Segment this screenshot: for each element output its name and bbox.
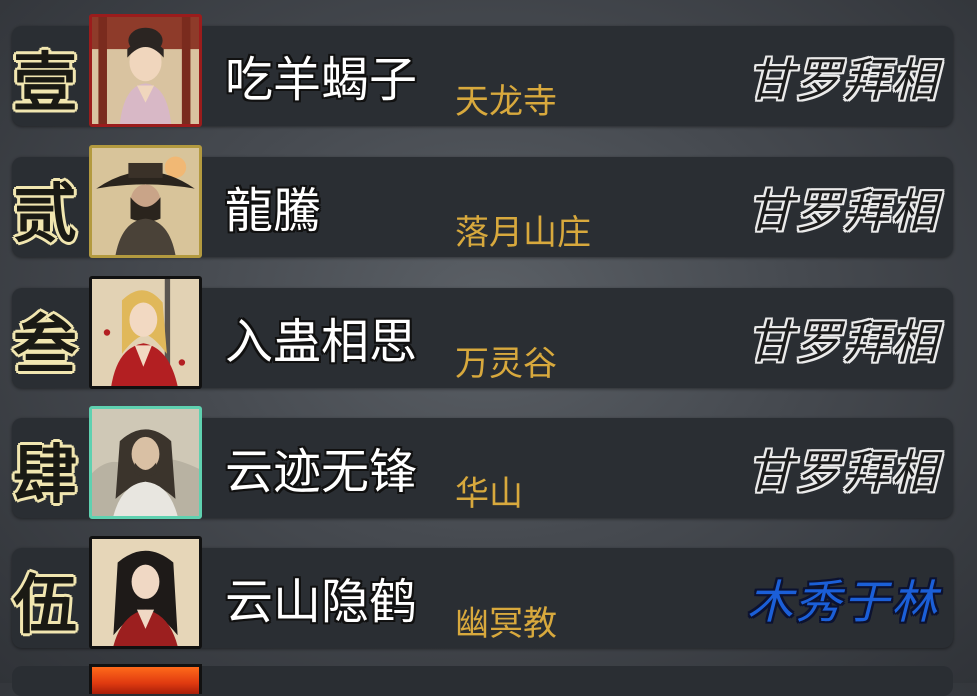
rank-numeral: 贰 bbox=[13, 177, 77, 252]
player-sect: 幽冥教 bbox=[455, 604, 557, 644]
leaderboard-row[interactable]: 伍 云山隐鹤 幽冥教 木秀于林 bbox=[0, 522, 977, 649]
portrait-man-long-hair-icon bbox=[92, 409, 199, 516]
player-sect: 天龙寺 bbox=[455, 82, 557, 122]
player-title: 甘罗拜相 bbox=[747, 184, 939, 238]
player-avatar[interactable] bbox=[89, 14, 202, 127]
player-name: 龍騰 bbox=[225, 183, 322, 239]
player-title: 甘罗拜相 bbox=[747, 315, 939, 369]
portrait-man-straw-hat-icon bbox=[92, 148, 199, 255]
player-title: 甘罗拜相 bbox=[747, 445, 939, 499]
portrait-man-black-hair-red-robe-icon bbox=[92, 539, 199, 646]
player-avatar[interactable] bbox=[89, 536, 202, 649]
leaderboard-row[interactable]: 肆 云迹无锋 华山 甘罗拜相 bbox=[0, 392, 977, 519]
portrait-woman-blonde-sword-icon bbox=[92, 279, 199, 386]
rank-numeral: 伍 bbox=[13, 568, 77, 643]
player-avatar[interactable] bbox=[89, 276, 202, 389]
player-title: 木秀于林 bbox=[747, 575, 939, 629]
leaderboard-row[interactable]: 壹 吃羊蝎子 天龙寺 甘罗拜相 bbox=[0, 0, 977, 127]
player-name: 云迹无锋 bbox=[225, 444, 418, 500]
player-sect: 落月山庄 bbox=[455, 213, 591, 253]
player-sect: 华山 bbox=[455, 474, 523, 514]
player-name: 吃羊蝎子 bbox=[225, 52, 418, 108]
leaderboard-row[interactable]: 叁 入蛊相思 万灵谷 甘罗拜相 bbox=[0, 262, 977, 389]
player-title: 甘罗拜相 bbox=[747, 53, 939, 107]
player-avatar-partial[interactable] bbox=[89, 664, 202, 694]
player-sect: 万灵谷 bbox=[455, 344, 557, 384]
player-avatar[interactable] bbox=[89, 145, 202, 258]
player-name: 云山隐鹤 bbox=[225, 574, 418, 630]
player-name: 入蛊相思 bbox=[225, 314, 418, 370]
leaderboard-list: 壹 吃羊蝎子 天龙寺 甘罗拜相 贰 龍騰 落月山庄 甘罗拜相 叁 入蛊相思 万灵… bbox=[0, 0, 977, 696]
rank-numeral: 肆 bbox=[13, 438, 77, 513]
leaderboard-row[interactable]: 贰 龍騰 落月山庄 甘罗拜相 bbox=[0, 131, 977, 258]
rank-numeral: 叁 bbox=[13, 308, 77, 383]
portrait-woman-hair-bun-icon bbox=[92, 17, 199, 124]
rank-numeral: 壹 bbox=[13, 46, 77, 121]
player-avatar[interactable] bbox=[89, 406, 202, 519]
